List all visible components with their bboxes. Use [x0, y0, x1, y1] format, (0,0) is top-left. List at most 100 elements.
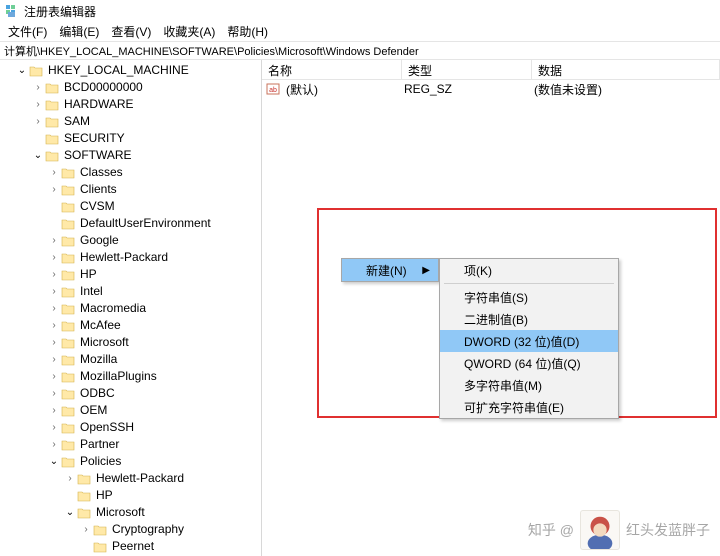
tree-item[interactable]: ›Macromedia [0, 300, 261, 317]
context-menu-item[interactable]: QWORD (64 位)值(Q) [440, 352, 618, 374]
menu-item[interactable]: 查看(V) [105, 21, 157, 42]
folder-icon [60, 370, 76, 384]
tree-item[interactable]: ⌄Microsoft [0, 504, 261, 521]
tree-item-label: Microsoft [78, 334, 131, 351]
folder-icon [60, 302, 76, 316]
context-menu-item[interactable]: 项(K) [440, 259, 618, 281]
menu-item[interactable]: 文件(F) [2, 21, 53, 42]
tree-item-label: Partner [78, 436, 121, 453]
tree-pane[interactable]: ⌄ HKEY_LOCAL_MACHINE›BCD00000000›HARDWARE… [0, 60, 262, 556]
chevron-right-icon[interactable]: › [48, 436, 60, 453]
tree-item-label: Peernet [110, 538, 156, 555]
tree-item[interactable]: ›Clients [0, 181, 261, 198]
context-submenu-new-type[interactable]: 项(K) 字符串值(S)二进制值(B)DWORD (32 位)值(D)QWORD … [439, 258, 619, 419]
tree-item-label: Cryptography [110, 521, 186, 538]
chevron-right-icon[interactable]: › [48, 402, 60, 419]
context-menu-item-new[interactable]: 新建(N) ▶ [342, 259, 438, 281]
context-menu-item-label: 新建(N) [366, 262, 407, 279]
chevron-right-icon[interactable]: › [80, 521, 92, 538]
menu-separator [444, 283, 614, 284]
chevron-right-icon[interactable]: › [48, 385, 60, 402]
chevron-right-icon[interactable]: › [64, 470, 76, 487]
menu-item[interactable]: 编辑(E) [53, 21, 105, 42]
tree-item[interactable]: ⌄ HKEY_LOCAL_MACHINE [0, 62, 261, 79]
tree-item[interactable]: ›Hewlett-Packard [0, 249, 261, 266]
col-header-type[interactable]: 类型 [402, 60, 532, 79]
tree-item[interactable]: Peernet [0, 538, 261, 555]
chevron-down-icon[interactable]: ⌄ [16, 62, 28, 79]
context-menu-item[interactable]: 字符串值(S) [440, 286, 618, 308]
address-bar[interactable]: 计算机\HKEY_LOCAL_MACHINE\SOFTWARE\Policies… [0, 42, 720, 60]
tree-item[interactable]: HP [0, 487, 261, 504]
tree-item[interactable]: SECURITY [0, 130, 261, 147]
context-menu-item[interactable]: DWORD (32 位)值(D) [440, 330, 618, 352]
chevron-right-icon[interactable]: › [32, 79, 44, 96]
chevron-right-icon[interactable]: › [32, 96, 44, 113]
tree-item[interactable]: ›McAfee [0, 317, 261, 334]
chevron-right-icon[interactable]: › [32, 113, 44, 130]
chevron-right-icon[interactable]: › [48, 300, 60, 317]
tree-item[interactable]: ›Intel [0, 283, 261, 300]
tree-item-label: HKEY_LOCAL_MACHINE [46, 62, 191, 79]
folder-icon [60, 404, 76, 418]
tree-item-label: SOFTWARE [62, 147, 134, 164]
chevron-right-icon[interactable]: › [48, 232, 60, 249]
tree-item[interactable]: ›MozillaPlugins [0, 368, 261, 385]
folder-icon [60, 336, 76, 350]
context-menu-new[interactable]: 新建(N) ▶ [341, 258, 439, 282]
tree-item[interactable]: › Partner [0, 436, 261, 453]
tree-item-label: Google [78, 232, 121, 249]
folder-icon [60, 268, 76, 282]
tree-item[interactable]: DefaultUserEnvironment [0, 215, 261, 232]
tree-item[interactable]: ⌄ SOFTWARE [0, 147, 261, 164]
chevron-right-icon[interactable]: › [48, 181, 60, 198]
menu-item[interactable]: 收藏夹(A) [157, 21, 221, 42]
chevron-right-icon[interactable]: › [48, 164, 60, 181]
main-area: ⌄ HKEY_LOCAL_MACHINE›BCD00000000›HARDWARE… [0, 60, 720, 556]
chevron-down-icon[interactable]: ⌄ [48, 453, 60, 470]
list-pane[interactable]: 名称 类型 数据 ab(默认)REG_SZ(数值未设置) 新建(N) ▶ 项(K… [262, 60, 720, 556]
tree-item-label: OpenSSH [78, 419, 136, 436]
chevron-right-icon[interactable]: › [48, 334, 60, 351]
tree-item[interactable]: › HP [0, 266, 261, 283]
folder-icon [60, 353, 76, 367]
tree-item-label: HP [94, 487, 115, 504]
tree-item[interactable]: ›OEM [0, 402, 261, 419]
context-menu-item[interactable]: 二进制值(B) [440, 308, 618, 330]
chevron-down-icon[interactable]: ⌄ [32, 147, 44, 164]
tree-item[interactable]: ⌄Policies [0, 453, 261, 470]
tree-item-label: CVSM [78, 198, 117, 215]
col-header-data[interactable]: 数据 [532, 60, 720, 79]
chevron-right-icon[interactable]: › [48, 283, 60, 300]
tree-item[interactable]: › Google [0, 232, 261, 249]
chevron-right-icon[interactable]: › [48, 266, 60, 283]
chevron-right-icon[interactable]: › [48, 419, 60, 436]
chevron-down-icon[interactable]: ⌄ [64, 504, 76, 521]
tree-item[interactable]: ›BCD00000000 [0, 79, 261, 96]
tree-item[interactable]: › Microsoft [0, 334, 261, 351]
tree-item[interactable]: › OpenSSH [0, 419, 261, 436]
cell-type: REG_SZ [398, 82, 528, 96]
col-header-name[interactable]: 名称 [262, 60, 402, 79]
folder-icon [60, 200, 76, 214]
list-row[interactable]: ab(默认)REG_SZ(数值未设置) [262, 80, 720, 98]
tree-item[interactable]: ›Hewlett-Packard [0, 470, 261, 487]
chevron-right-icon[interactable]: › [48, 368, 60, 385]
tree-item-label: HP [78, 266, 99, 283]
menu-item[interactable]: 帮助(H) [221, 21, 274, 42]
context-menu-item[interactable]: 多字符串值(M) [440, 374, 618, 396]
context-menu-item[interactable]: 可扩充字符串值(E) [440, 396, 618, 418]
chevron-right-icon[interactable]: › [48, 317, 60, 334]
tree-item[interactable]: ›SAM [0, 113, 261, 130]
chevron-right-icon[interactable]: › [48, 249, 60, 266]
tree-item[interactable]: ›HARDWARE [0, 96, 261, 113]
submenu-arrow-icon: ▶ [422, 265, 430, 276]
tree-item[interactable]: ›Classes [0, 164, 261, 181]
tree-item[interactable]: CVSM [0, 198, 261, 215]
tree-item[interactable]: ›Mozilla [0, 351, 261, 368]
tree-item[interactable]: ›ODBC [0, 385, 261, 402]
tree-item[interactable]: › Cryptography [0, 521, 261, 538]
folder-icon [60, 234, 76, 248]
chevron-right-icon[interactable]: › [48, 351, 60, 368]
titlebar: 注册表编辑器 [0, 0, 720, 22]
